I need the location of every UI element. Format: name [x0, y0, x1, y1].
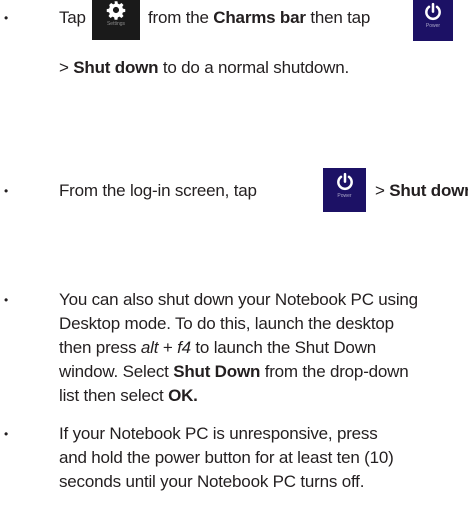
text-fragment: You can also shut down your Notebook PC …	[59, 290, 418, 309]
text-fragment: then press	[59, 338, 137, 357]
text-fragment: list then select	[59, 386, 164, 405]
text-line: from the Charms bar then tap	[148, 6, 370, 30]
text-fragment: From the log-in screen, tap	[59, 181, 257, 200]
text-line: window. Select Shut Down from the drop-d…	[59, 360, 409, 384]
gear-icon	[106, 1, 126, 20]
bullet-marker: •	[4, 293, 9, 307]
text-fragment: then tap	[310, 8, 371, 27]
text-italic: alt	[140, 338, 159, 357]
text-fragment: Tap	[59, 8, 86, 27]
text-bold: Shut down	[389, 181, 468, 200]
power-tile: Power	[323, 168, 366, 212]
text-fragment: >	[375, 181, 385, 200]
text-line: and hold the power button for at least t…	[59, 446, 394, 470]
text-line: seconds until your Notebook PC turns off…	[59, 470, 364, 494]
text-fragment: from the	[148, 8, 209, 27]
text-fragment: Desktop mode. To do this, launch the des…	[59, 314, 394, 333]
power-tile: Power	[413, 0, 453, 41]
power-icon	[336, 172, 353, 191]
settings-tile-caption: Settings	[106, 21, 126, 27]
text-line: You can also shut down your Notebook PC …	[59, 288, 418, 312]
text-line: > Shut down to do a normal shutdown.	[59, 56, 349, 80]
text-line: then press alt + f4 to launch the Shut D…	[59, 336, 376, 360]
text-line: > Shut down.	[375, 179, 468, 203]
text-fragment: and hold the power button for at least t…	[59, 448, 394, 467]
bullet-marker: •	[4, 11, 9, 25]
text-fragment: from the drop-down	[264, 362, 409, 381]
power-tile-caption: Power	[425, 23, 441, 29]
text-bold: OK.	[168, 386, 198, 405]
text-bold: Shut Down	[173, 362, 261, 381]
text-line: If your Notebook PC is unresponsive, pre…	[59, 422, 378, 446]
settings-tile: Settings	[92, 0, 140, 40]
text-fragment: window. Select	[59, 362, 169, 381]
power-tile-caption: Power	[337, 193, 352, 199]
bullet-marker: •	[4, 184, 9, 198]
text-bold: Shut down	[73, 58, 159, 77]
text-fragment: +	[162, 338, 173, 357]
text-fragment: to launch the Shut Down	[195, 338, 377, 357]
text-line: Desktop mode. To do this, launch the des…	[59, 312, 394, 336]
bullet-marker: •	[4, 427, 9, 441]
text-line: list then select OK.	[59, 384, 198, 408]
text-bold: Charms bar	[213, 8, 306, 27]
text-fragment: seconds until your Notebook PC turns off…	[59, 472, 365, 491]
text-fragment: >	[59, 58, 69, 77]
text-fragment: to do a normal shutdown.	[162, 58, 349, 77]
text-line: From the log-in screen, tap	[59, 179, 257, 203]
text-italic: f4	[177, 338, 191, 357]
text-fragment: If your Notebook PC is unresponsive, pre…	[59, 424, 378, 443]
text-line: Tap	[59, 6, 86, 30]
power-icon	[425, 2, 441, 21]
